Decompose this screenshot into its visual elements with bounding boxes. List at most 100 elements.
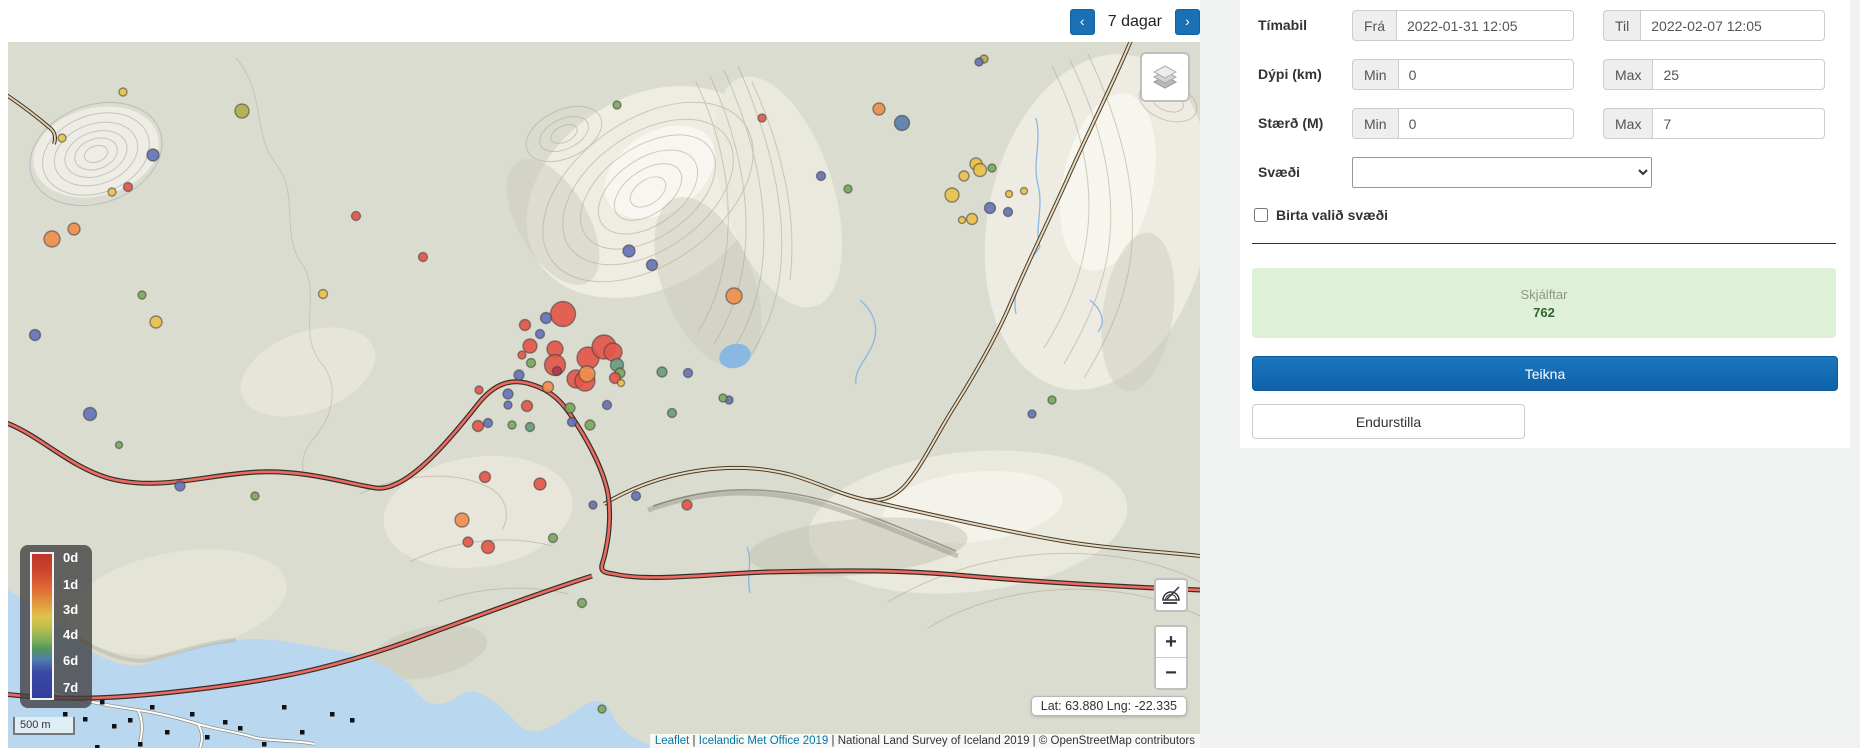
quake-marker[interactable] (526, 423, 535, 432)
quake-marker[interactable] (1021, 188, 1028, 195)
legend-label: 0d (63, 550, 78, 565)
quake-marker[interactable] (1006, 191, 1013, 198)
quake-marker[interactable] (1028, 410, 1036, 418)
quake-marker[interactable] (726, 288, 742, 304)
quake-marker[interactable] (549, 534, 558, 543)
quake-marker[interactable] (536, 330, 545, 339)
quake-marker[interactable] (657, 367, 667, 377)
quake-marker[interactable] (504, 401, 512, 409)
layers-control[interactable] (1140, 52, 1190, 102)
quake-marker[interactable] (647, 260, 658, 271)
quake-marker[interactable] (124, 183, 133, 192)
quake-marker[interactable] (543, 382, 554, 393)
quake-marker[interactable] (514, 370, 524, 380)
quake-marker[interactable] (565, 403, 575, 413)
quake-marker[interactable] (1004, 208, 1013, 217)
quake-marker[interactable] (455, 513, 469, 527)
quake-marker[interactable] (518, 351, 526, 359)
quake-marker[interactable] (84, 408, 97, 421)
quake-marker[interactable] (974, 164, 987, 177)
quake-marker[interactable] (541, 313, 552, 324)
next-period-button[interactable]: › (1175, 9, 1200, 35)
quake-marker[interactable] (508, 421, 516, 429)
quake-marker[interactable] (44, 231, 60, 247)
quake-marker[interactable] (985, 203, 996, 214)
quake-marker[interactable] (352, 212, 361, 221)
quake-marker[interactable] (523, 339, 537, 353)
quake-marker[interactable] (503, 389, 513, 399)
quake-marker[interactable] (568, 418, 577, 427)
quake-marker[interactable] (684, 369, 693, 378)
draw-button[interactable]: Teikna (1252, 356, 1838, 391)
quake-marker[interactable] (618, 380, 625, 387)
quake-marker[interactable] (235, 104, 249, 118)
quake-marker[interactable] (175, 481, 185, 491)
quake-marker[interactable] (758, 114, 766, 122)
date-from-input[interactable] (1396, 10, 1574, 41)
quake-marker[interactable] (975, 58, 983, 66)
quake-marker[interactable] (967, 214, 978, 225)
quake-marker[interactable] (589, 501, 597, 509)
quake-marker[interactable] (116, 442, 123, 449)
quake-marker[interactable] (522, 401, 533, 412)
depth-max-input[interactable] (1652, 59, 1825, 90)
quake-marker[interactable] (480, 472, 491, 483)
quake-marker[interactable] (603, 401, 612, 410)
quake-marker[interactable] (58, 134, 66, 142)
reset-button[interactable]: Endurstilla (1252, 404, 1525, 439)
quake-marker[interactable] (520, 320, 531, 331)
quake-marker[interactable] (534, 478, 546, 490)
depth-min-input[interactable] (1398, 59, 1574, 90)
area-select[interactable] (1352, 157, 1652, 188)
quake-marker[interactable] (150, 316, 162, 328)
quake-marker[interactable] (108, 188, 116, 196)
quake-marker[interactable] (251, 492, 259, 500)
date-to-input[interactable] (1640, 10, 1825, 41)
earthquake-map[interactable]: 0d1d3d4d6d7d 500 m + − L (8, 42, 1200, 748)
quake-marker[interactable] (482, 541, 495, 554)
quake-marker[interactable] (1048, 396, 1056, 404)
quake-marker[interactable] (844, 185, 852, 193)
magnitude-min-input[interactable] (1398, 108, 1574, 139)
quake-marker[interactable] (682, 500, 692, 510)
quake-marker[interactable] (945, 188, 959, 202)
met-office-link[interactable]: Icelandic Met Office 2019 (699, 735, 829, 747)
leaflet-link[interactable]: Leaflet (655, 735, 690, 747)
quake-marker[interactable] (419, 253, 428, 262)
quake-marker[interactable] (613, 101, 621, 109)
quake-marker[interactable] (147, 149, 159, 161)
quake-marker[interactable] (484, 419, 493, 428)
quake-marker[interactable] (138, 291, 146, 299)
quake-marker[interactable] (68, 223, 80, 235)
quake-marker[interactable] (668, 409, 677, 418)
quake-marker[interactable] (895, 116, 910, 131)
quake-marker[interactable] (30, 330, 41, 341)
magnitude-max-input[interactable] (1652, 108, 1825, 139)
measure-control[interactable] (1154, 578, 1188, 612)
zoom-out-button[interactable]: − (1156, 658, 1186, 688)
quake-marker[interactable] (578, 599, 587, 608)
quake-marker[interactable] (119, 88, 127, 96)
quake-marker[interactable] (598, 705, 606, 713)
quake-marker[interactable] (988, 164, 996, 172)
quake-marker[interactable] (551, 302, 576, 327)
quake-marker[interactable] (959, 171, 969, 181)
quake-marker[interactable] (873, 103, 885, 115)
quake-marker[interactable] (319, 290, 328, 299)
quake-marker[interactable] (719, 394, 727, 402)
previous-period-button[interactable]: ‹ (1070, 9, 1095, 35)
quake-marker[interactable] (959, 217, 966, 224)
quake-marker[interactable] (553, 367, 562, 376)
quake-marker[interactable] (585, 420, 595, 430)
quake-marker[interactable] (475, 386, 483, 394)
panel-divider (1252, 243, 1836, 244)
quake-marker[interactable] (817, 172, 826, 181)
quake-marker[interactable] (473, 421, 484, 432)
quake-marker[interactable] (579, 366, 595, 382)
quake-marker[interactable] (623, 245, 635, 257)
quake-marker[interactable] (527, 359, 536, 368)
quake-marker[interactable] (632, 492, 641, 501)
show-selected-area-checkbox[interactable] (1254, 208, 1268, 222)
zoom-in-button[interactable]: + (1156, 627, 1186, 658)
quake-marker[interactable] (463, 537, 473, 547)
